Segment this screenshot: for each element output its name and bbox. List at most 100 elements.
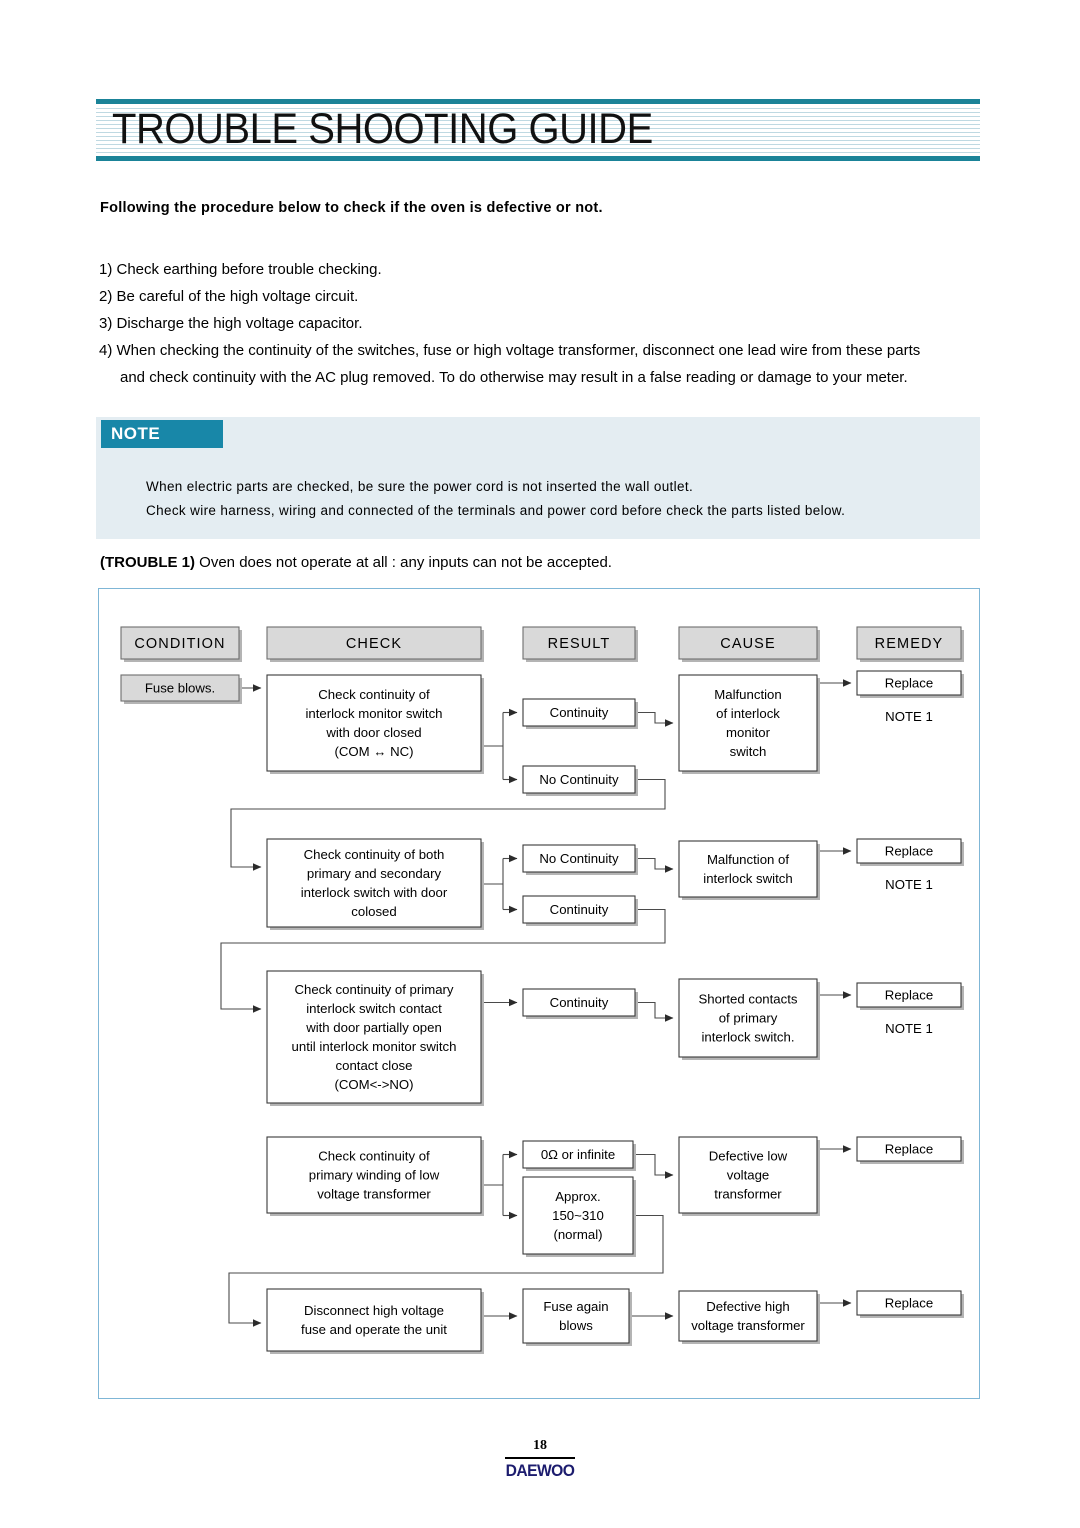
svg-text:transformer: transformer xyxy=(714,1187,782,1202)
svg-text:No Continuity: No Continuity xyxy=(539,851,619,866)
note-line-2: Check wire harness, wiring and connected… xyxy=(146,503,846,518)
svg-text:Replace: Replace xyxy=(885,844,933,859)
flowchart-svg: CONDITION CHECK RESULT CAUSE REMEDY Fuse blow… xyxy=(120,626,964,1354)
condition-fuse-blows: Fuse blows. xyxy=(120,674,242,704)
svg-text:interlock switch.: interlock switch. xyxy=(701,1030,794,1045)
note-line-1: When electric parts are checked, be sure… xyxy=(146,479,694,494)
svg-text:(COM ↔ NC): (COM ↔ NC) xyxy=(334,744,413,759)
svg-text:Check continuity of primary: Check continuity of primary xyxy=(294,982,453,997)
result-box-4-1: 0Ω or infinite xyxy=(522,1140,636,1171)
svg-text:voltage transformer: voltage transformer xyxy=(691,1318,805,1333)
svg-text:of primary: of primary xyxy=(719,1011,778,1026)
brand-logo: DAEWOO xyxy=(505,1460,575,1480)
svg-text:CONDITION: CONDITION xyxy=(134,636,225,652)
column-header-cause: CAUSE xyxy=(678,626,820,662)
svg-text:Defective high: Defective high xyxy=(706,1299,790,1314)
svg-text:fuse and operate the unit: fuse and operate the unit xyxy=(301,1322,447,1337)
svg-text:of interlock: of interlock xyxy=(716,706,780,721)
connector xyxy=(633,1153,674,1179)
remedy-box-2: Replace xyxy=(856,838,964,866)
procedure-step-3: 3) Discharge the high voltage capacitor. xyxy=(99,315,363,332)
svg-text:with door partially open: with door partially open xyxy=(305,1020,442,1035)
svg-text:Fuse again: Fuse again xyxy=(543,1299,608,1314)
svg-text:until interlock monitor switch: until interlock monitor switch xyxy=(292,1039,457,1054)
svg-text:voltage transformer: voltage transformer xyxy=(317,1187,431,1202)
svg-text:switch: switch xyxy=(730,744,767,759)
remedy-box-4: Replace xyxy=(856,1136,964,1164)
procedure-steps: 1) Check earthing before trouble checkin… xyxy=(99,256,989,391)
cause-box-4: Defective low voltage transformer xyxy=(678,1136,820,1216)
column-header-remedy: REMEDY xyxy=(856,626,964,662)
flowchart-nodes: CONDITION CHECK RESULT CAUSE REMEDY Fuse blow… xyxy=(120,626,964,1354)
procedure-step-2: 2) Be careful of the high voltage circui… xyxy=(99,288,359,305)
svg-text:primary and secondary: primary and secondary xyxy=(307,866,442,881)
remedy-note-1: NOTE 1 xyxy=(885,709,933,724)
svg-text:interlock monitor switch: interlock monitor switch xyxy=(305,706,442,721)
svg-text:Replace: Replace xyxy=(885,1142,933,1157)
connector xyxy=(635,857,674,873)
footer-divider xyxy=(505,1457,575,1459)
connector xyxy=(635,711,674,727)
cause-box-3: Shorted contacts of primary interlock swit… xyxy=(678,978,820,1060)
procedure-step-4: 4) When checking the continuity of the s… xyxy=(99,342,921,359)
svg-text:blows: blows xyxy=(559,1318,593,1333)
result-box-4-2: Approx. 150~310 (normal) xyxy=(522,1176,636,1257)
svg-text:primary winding of low: primary winding of low xyxy=(309,1168,440,1183)
svg-text:RESULT: RESULT xyxy=(548,636,611,652)
check-box-1: Check continuity of interlock monitor swi… xyxy=(266,674,484,774)
svg-text:monitor: monitor xyxy=(726,725,771,740)
intro-heading: Following the procedure below to check i… xyxy=(100,200,603,216)
result-box-1-2: No Continuity xyxy=(522,765,638,796)
check-box-2: Check continuity of both primary and seco… xyxy=(266,838,484,930)
column-header-check: CHECK xyxy=(266,626,484,662)
trouble-description: Oven does not operate at all : any input… xyxy=(199,554,612,571)
svg-text:Continuity: Continuity xyxy=(550,902,609,917)
title-rule-bottom xyxy=(96,156,980,161)
note-body: When electric parts are checked, be sure… xyxy=(146,475,845,523)
check-box-5: Disconnect high voltage fuse and operate … xyxy=(266,1288,484,1354)
column-header-condition: CONDITION xyxy=(120,626,242,662)
svg-text:0Ω or infinite: 0Ω or infinite xyxy=(541,1147,615,1162)
svg-text:No Continuity: No Continuity xyxy=(539,772,619,787)
document-page: TROUBLE SHOOTING GUIDE Following the pro… xyxy=(0,0,1080,1528)
svg-text:Continuity: Continuity xyxy=(550,995,609,1010)
svg-text:Approx.: Approx. xyxy=(555,1189,600,1204)
svg-text:interlock switch contact: interlock switch contact xyxy=(306,1001,442,1016)
svg-text:Disconnect high voltage: Disconnect high voltage xyxy=(304,1303,444,1318)
svg-text:Defective low: Defective low xyxy=(709,1149,788,1164)
check-box-3: Check continuity of primary interlock swi… xyxy=(266,970,484,1106)
page-footer: 18 DAEWOO xyxy=(0,1438,1080,1481)
result-box-3-1: Continuity xyxy=(522,988,638,1019)
svg-text:150~310: 150~310 xyxy=(552,1208,604,1223)
trouble-label: (TROUBLE 1) xyxy=(100,554,195,571)
trouble-caption: (TROUBLE 1) Oven does not operate at all… xyxy=(100,554,612,571)
svg-text:Replace: Replace xyxy=(885,676,933,691)
procedure-step-1: 1) Check earthing before trouble checkin… xyxy=(99,261,382,278)
svg-text:REMEDY: REMEDY xyxy=(875,636,944,652)
svg-text:with door closed: with door closed xyxy=(325,725,421,740)
svg-text:Check continuity of both: Check continuity of both xyxy=(304,847,445,862)
remedy-box-1: Replace xyxy=(856,670,964,698)
note-box: NOTE When electric parts are checked, be… xyxy=(96,417,980,539)
svg-text:Fuse blows.: Fuse blows. xyxy=(145,681,215,696)
svg-text:Malfunction: Malfunction xyxy=(714,687,781,702)
svg-text:contact close: contact close xyxy=(336,1058,413,1073)
cause-box-5: Defective high voltage transformer xyxy=(678,1290,820,1344)
svg-text:voltage: voltage xyxy=(727,1168,770,1183)
svg-text:Replace: Replace xyxy=(885,988,933,1003)
cause-box-1: Malfunction of interlock monitor switch xyxy=(678,674,820,774)
page-number: 18 xyxy=(533,1438,547,1453)
svg-text:CHECK: CHECK xyxy=(346,636,402,652)
flowchart-container: CONDITION CHECK RESULT CAUSE REMEDY Fuse blow… xyxy=(98,588,980,1399)
svg-text:(normal): (normal) xyxy=(553,1227,602,1242)
result-box-2-2: Continuity xyxy=(522,895,638,926)
result-box-1-1: Continuity xyxy=(522,698,638,729)
remedy-box-3: Replace xyxy=(856,982,964,1010)
result-box-2-1: No Continuity xyxy=(522,844,638,875)
remedy-note-2: NOTE 1 xyxy=(885,877,933,892)
svg-text:interlock switch with door: interlock switch with door xyxy=(301,885,448,900)
result-box-5-1: Fuse again blows xyxy=(522,1288,632,1346)
svg-text:(COM<->NO): (COM<->NO) xyxy=(334,1077,413,1092)
page-title-banner: TROUBLE SHOOTING GUIDE xyxy=(96,99,980,161)
connector xyxy=(635,1001,674,1022)
